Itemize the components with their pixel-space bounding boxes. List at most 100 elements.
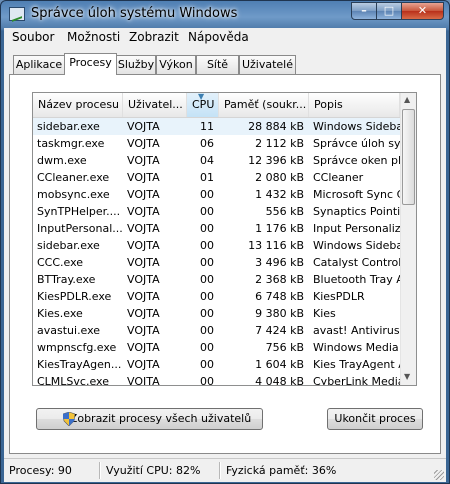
tab-services[interactable]: Služby — [116, 55, 156, 74]
process-cpu-cell: 11 — [200, 120, 214, 133]
process-user-cell: VOJTA — [127, 222, 160, 235]
process-memory-cell: 756 kB — [265, 341, 304, 354]
table-row[interactable]: avastui.exe VOJTA 00 7 424 kB avast! Antivir… — [33, 322, 400, 339]
status-bar: Procesy: 90 Využití CPU: 82% Fyzická pam… — [4, 458, 446, 482]
status-separator — [219, 462, 221, 479]
process-name-cell: SynTPHelper.... — [37, 205, 121, 218]
resize-grip[interactable] — [434, 470, 444, 480]
process-memory-cell: 6 748 kB — [255, 290, 304, 303]
minimize-button[interactable]: – — [351, 2, 377, 20]
scrollbar-thumb[interactable] — [402, 109, 415, 205]
window-title: Správce úloh systému Windows — [31, 6, 238, 21]
process-memory-cell: 1 604 kB — [255, 358, 304, 371]
table-row[interactable]: CCleaner.exe VOJTA 01 2 080 kB CCleaner — [33, 169, 400, 186]
process-name-cell: BTTray.exe — [37, 273, 96, 286]
process-memory-cell: 2 080 kB — [255, 171, 304, 184]
process-name-cell: avastui.exe — [37, 324, 101, 337]
maximize-button[interactable]: □ — [376, 2, 402, 20]
scroll-down-icon[interactable]: ▼ — [404, 372, 410, 381]
process-description-cell: KiesPDLR — [313, 290, 365, 303]
process-description-cell: Kies — [313, 307, 336, 320]
table-row[interactable]: InputPersonal... VOJTA 00 1 176 kB Input Per… — [33, 220, 400, 237]
tab-networking[interactable]: Sítě — [196, 55, 239, 74]
process-description-cell: Bluetooth Tray App — [313, 273, 400, 286]
process-cpu-cell: 01 — [200, 171, 214, 184]
process-name-cell: KiesPDLR.exe — [37, 290, 112, 303]
process-list[interactable]: Název procesu Uživatel... ▼ CPU Paměť (s… — [32, 92, 417, 386]
table-row[interactable]: SynTPHelper.... VOJTA 00 556 kB Synaptics Po… — [33, 203, 400, 220]
column-header-row: Název procesu Uživatel... ▼ CPU Paměť (s… — [33, 93, 416, 118]
process-cpu-cell: 00 — [200, 307, 214, 320]
process-name-cell: KiesTrayAgen... — [37, 358, 122, 371]
process-user-cell: VOJTA — [127, 324, 160, 337]
tab-performance[interactable]: Výkon — [156, 55, 196, 74]
process-user-cell: VOJTA — [127, 375, 160, 386]
process-user-cell: VOJTA — [127, 154, 160, 167]
process-name-cell: CCC.exe — [37, 256, 84, 269]
process-user-cell: VOJTA — [127, 307, 160, 320]
menu-file[interactable]: Soubor — [12, 30, 54, 44]
table-row[interactable]: dwm.exe VOJTA 04 12 396 kB Správce oken ploc… — [33, 152, 400, 169]
tab-users[interactable]: Uživatelé — [239, 55, 296, 74]
table-row[interactable]: BTTray.exe VOJTA 00 2 368 kB Bluetooth Tray … — [33, 271, 400, 288]
process-cpu-cell: 00 — [200, 205, 214, 218]
column-process-name[interactable]: Název procesu — [33, 93, 123, 117]
processes-panel: Název procesu Uživatel... ▼ CPU Paměť (s… — [9, 74, 441, 454]
table-row[interactable]: sidebar.exe VOJTA 00 13 116 kB Windows Sideb… — [33, 237, 400, 254]
close-button[interactable]: ✕ — [401, 2, 444, 20]
table-row[interactable]: KiesTrayAgen... VOJTA 00 1 604 kB Kies TrayA… — [33, 356, 400, 373]
process-user-cell: VOJTA — [127, 120, 160, 133]
table-row[interactable]: CLMLSvc.exe VOJTA 00 4 048 kB CyberLink Medi… — [33, 373, 400, 386]
process-user-cell: VOJTA — [127, 290, 160, 303]
menu-view[interactable]: Zobrazit — [129, 30, 179, 44]
table-row[interactable]: Kies.exe VOJTA 00 9 380 kB Kies — [33, 305, 400, 322]
process-description-cell: Kies TrayAgent Ap — [313, 358, 400, 371]
process-cpu-cell: 06 — [200, 137, 214, 150]
process-user-cell: VOJTA — [127, 273, 160, 286]
process-memory-cell: 12 396 kB — [248, 154, 304, 167]
table-row[interactable]: mobsync.exe VOJTA 00 1 432 kB Microsoft Sync… — [33, 186, 400, 203]
column-user[interactable]: Uživatel... — [123, 93, 187, 117]
scroll-up-icon[interactable]: ▲ — [404, 95, 410, 104]
table-row[interactable]: KiesPDLR.exe VOJTA 00 6 748 kB KiesPDLR — [33, 288, 400, 305]
table-row[interactable]: taskmgr.exe VOJTA 06 2 112 kB Správce úloh s… — [33, 135, 400, 152]
menu-help[interactable]: Nápověda — [188, 30, 249, 44]
process-cpu-cell: 00 — [200, 358, 214, 371]
process-name-cell: wmpnscfg.exe — [37, 341, 117, 354]
end-process-button[interactable]: Ukončit proces — [327, 408, 423, 430]
sort-descending-icon: ▼ — [198, 93, 205, 101]
table-row[interactable]: sidebar.exe VOJTA 11 28 884 kB Windows Sideb… — [33, 118, 400, 135]
vertical-scrollbar[interactable]: ▲ ▼ — [400, 93, 416, 385]
column-description[interactable]: Popis — [309, 93, 400, 117]
tab-processes[interactable]: Procesy — [64, 53, 117, 75]
menu-options[interactable]: Možnosti — [67, 30, 120, 44]
process-memory-cell: 13 116 kB — [248, 239, 304, 252]
title-bar[interactable]: Správce úloh systému Windows – □ ✕ — [1, 1, 449, 28]
process-name-cell: taskmgr.exe — [37, 137, 105, 150]
process-user-cell: VOJTA — [127, 137, 160, 150]
process-memory-cell: 9 380 kB — [255, 307, 304, 320]
process-description-cell: Catalyst Control C — [313, 256, 400, 269]
show-all-processes-label: Zobrazit procesy všech uživatelů — [69, 412, 252, 425]
process-memory-cell: 7 424 kB — [255, 324, 304, 337]
status-separator — [99, 462, 101, 479]
process-user-cell: VOJTA — [127, 341, 160, 354]
task-manager-window: Správce úloh systému Windows – □ ✕ Soubo… — [0, 0, 450, 484]
process-user-cell: VOJTA — [127, 188, 160, 201]
table-row[interactable]: CCC.exe VOJTA 00 3 496 kB Catalyst Control C — [33, 254, 400, 271]
process-memory-cell: 3 496 kB — [255, 256, 304, 269]
menu-bar: Soubor Možnosti Zobrazit Nápověda — [4, 28, 446, 47]
client-area: Soubor Možnosti Zobrazit Nápověda Aplika… — [4, 28, 446, 482]
process-memory-cell: 1 176 kB — [255, 222, 304, 235]
process-user-cell: VOJTA — [127, 256, 160, 269]
table-row[interactable]: wmpnscfg.exe VOJTA 00 756 kB Windows Media P… — [33, 339, 400, 356]
status-process-count: Procesy: 90 — [9, 464, 72, 477]
show-all-processes-button[interactable]: Zobrazit procesy všech uživatelů — [36, 408, 263, 430]
process-name-cell: mobsync.exe — [37, 188, 110, 201]
column-cpu[interactable]: ▼ CPU — [187, 93, 219, 117]
tab-applications[interactable]: Aplikace — [13, 55, 65, 74]
process-description-cell: Microsoft Sync Cer — [313, 188, 400, 201]
task-manager-icon — [9, 7, 25, 21]
column-private-memory[interactable]: Paměť (soukr... — [219, 93, 309, 117]
process-description-cell: Windows Media Pla — [313, 341, 400, 354]
